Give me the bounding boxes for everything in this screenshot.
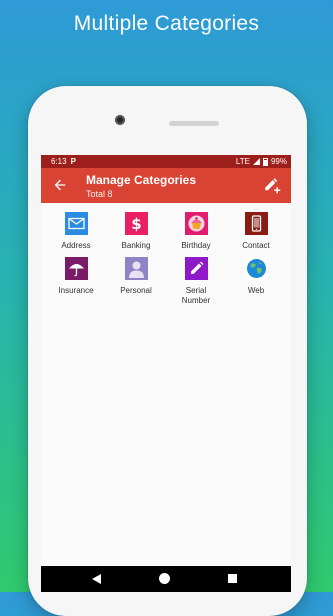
category-contact[interactable]: Contact bbox=[226, 212, 286, 251]
front-camera bbox=[115, 115, 125, 125]
app-bar: Manage Categories Total 8 bbox=[41, 168, 291, 203]
category-label: Insurance bbox=[58, 286, 94, 295]
signal-icon bbox=[252, 158, 260, 165]
category-label: Web bbox=[247, 286, 265, 295]
app-notification-icon: P bbox=[70, 157, 76, 166]
battery-percent: 99% bbox=[270, 157, 287, 166]
back-arrow-icon[interactable] bbox=[52, 177, 68, 193]
nav-home-icon[interactable] bbox=[159, 573, 170, 584]
globe-icon bbox=[244, 257, 268, 280]
category-grid: Address $ Banking Birthday Contact Insur… bbox=[41, 212, 291, 306]
phone-screen: 6:13 P LTE 99% Manage Categories Total 8 bbox=[41, 155, 291, 592]
earpiece bbox=[169, 121, 219, 126]
system-nav-bar bbox=[41, 566, 291, 592]
category-serial-number[interactable]: Serial Number bbox=[166, 257, 226, 306]
svg-text:$: $ bbox=[131, 215, 141, 233]
nav-back-icon[interactable] bbox=[92, 574, 102, 584]
dollar-icon: $ bbox=[124, 212, 148, 235]
category-label: Banking bbox=[121, 241, 151, 250]
category-address[interactable]: Address bbox=[46, 212, 106, 251]
category-label: Contact bbox=[242, 241, 270, 250]
page-title: Manage Categories bbox=[86, 173, 197, 187]
person-icon bbox=[124, 257, 148, 280]
battery-icon bbox=[262, 157, 268, 166]
pencil-icon bbox=[184, 257, 208, 280]
category-birthday[interactable]: Birthday bbox=[166, 212, 226, 251]
category-label: Personal bbox=[120, 286, 152, 295]
promo-title: Multiple Categories bbox=[73, 12, 260, 35]
category-count: Total 8 bbox=[86, 189, 113, 199]
nav-recents-icon[interactable] bbox=[228, 574, 237, 583]
cupcake-icon bbox=[184, 212, 208, 235]
umbrella-icon bbox=[64, 257, 88, 280]
category-label: Serial Number bbox=[181, 286, 211, 305]
edit-add-icon[interactable] bbox=[263, 176, 281, 194]
network-label: LTE bbox=[235, 157, 250, 166]
category-label: Address bbox=[61, 241, 91, 250]
category-web[interactable]: Web bbox=[226, 257, 286, 306]
status-bar: 6:13 P LTE 99% bbox=[41, 155, 291, 168]
status-time: 6:13 bbox=[51, 157, 67, 166]
phone-icon bbox=[244, 212, 268, 235]
category-banking[interactable]: $ Banking bbox=[106, 212, 166, 251]
category-personal[interactable]: Personal bbox=[106, 257, 166, 306]
envelope-icon bbox=[64, 212, 88, 235]
category-label: Birthday bbox=[181, 241, 211, 250]
category-insurance[interactable]: Insurance bbox=[46, 257, 106, 306]
